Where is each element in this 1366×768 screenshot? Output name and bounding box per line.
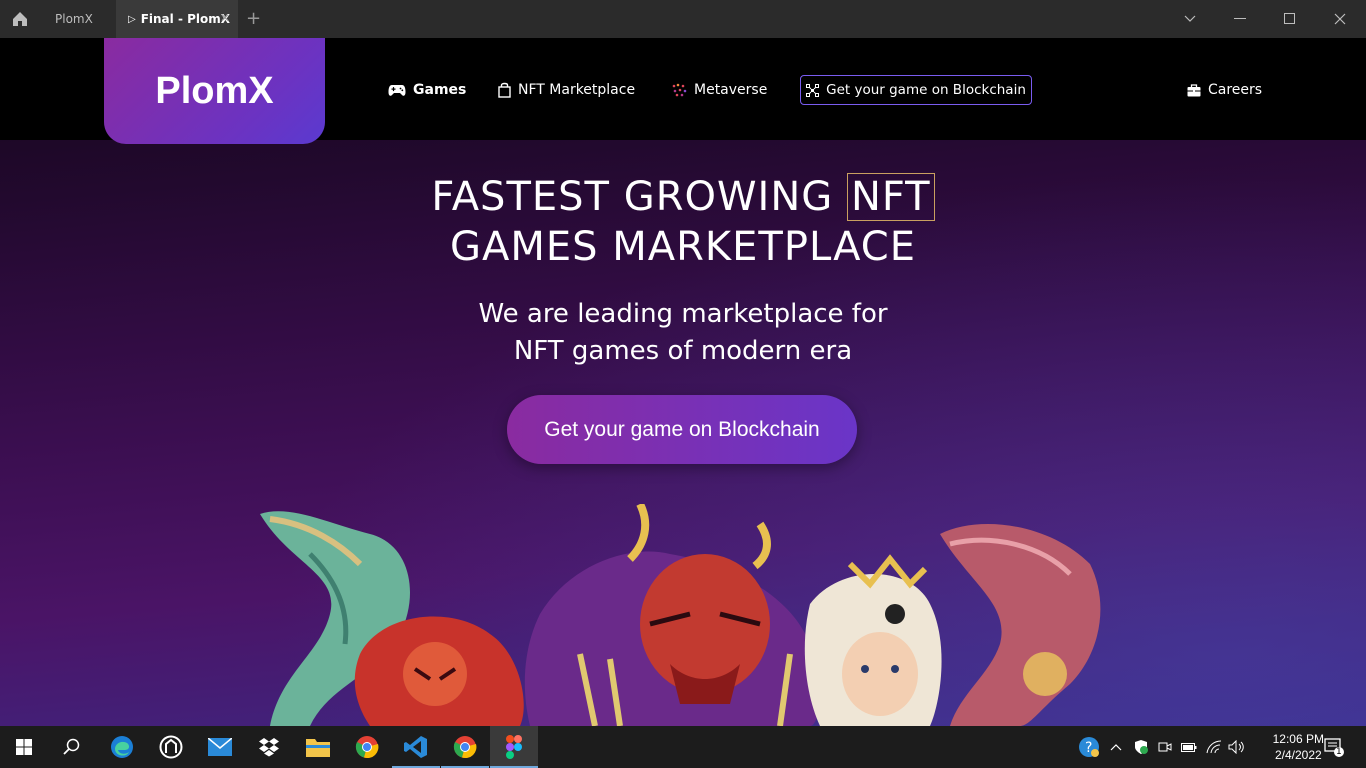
start-icon[interactable]	[0, 726, 48, 768]
home-icon[interactable]	[10, 9, 30, 29]
title-bar: PlomX ▷ Final - PlomX ✕ +	[0, 0, 1366, 38]
site-navbar: PlomX Games NFT Marketplace Metaverse Ge…	[0, 38, 1366, 144]
get-game-on-blockchain-button[interactable]: Get your game on Blockchain	[507, 395, 857, 464]
hero-title-highlight: NFT	[846, 173, 935, 221]
help-icon[interactable]: ?	[1078, 726, 1100, 768]
vscode-icon[interactable]	[392, 726, 440, 768]
hero-title-part1: FASTEST GROWING	[431, 174, 847, 220]
volume-icon[interactable]	[1228, 726, 1246, 768]
minimize-button[interactable]	[1215, 0, 1265, 38]
app-icon[interactable]	[147, 726, 195, 768]
clock-date: 2/4/2022	[1274, 748, 1322, 762]
nav-careers-label: Careers	[1208, 82, 1263, 98]
plomx-logo[interactable]: PlomX	[104, 38, 325, 144]
metaverse-icon	[672, 83, 687, 98]
chevron-down-icon[interactable]	[1165, 0, 1215, 38]
taskbar-clock[interactable]: 12:06 PM 2/4/2022	[1273, 731, 1324, 763]
nav-nft-marketplace[interactable]: NFT Marketplace	[498, 82, 635, 98]
briefcase-icon	[1187, 83, 1201, 97]
clock-time: 12:06 PM	[1272, 732, 1324, 746]
edge-icon[interactable]	[98, 726, 146, 768]
hero-subtitle: We are leading marketplace for NFT games…	[0, 296, 1366, 370]
tab-final-plomx[interactable]: ▷ Final - PlomX ✕	[116, 0, 238, 38]
play-icon: ▷	[128, 13, 136, 25]
tab-label: PlomX	[55, 12, 93, 26]
website-page: PlomX Games NFT Marketplace Metaverse Ge…	[0, 38, 1366, 726]
logo-text: PlomX	[155, 69, 274, 112]
battery-icon[interactable]	[1181, 726, 1197, 768]
nav-metaverse[interactable]: Metaverse	[672, 82, 767, 98]
security-icon[interactable]	[1133, 726, 1149, 768]
nav-nft-label: NFT Marketplace	[518, 82, 636, 98]
new-tab-button[interactable]: +	[246, 8, 261, 29]
hero-subtitle-line1: We are leading marketplace for	[478, 299, 888, 329]
hero-subtitle-line2: NFT games of modern era	[513, 336, 853, 366]
nav-metaverse-label: Metaverse	[694, 82, 768, 98]
mail-icon[interactable]	[196, 726, 244, 768]
notification-count: 1	[1336, 747, 1342, 757]
hero-title-line2: GAMES MARKETPLACE	[449, 224, 917, 270]
meet-icon[interactable]	[1158, 726, 1172, 768]
tab-label: Final - PlomX	[140, 12, 231, 26]
blockchain-icon	[806, 83, 820, 97]
chevron-up-icon[interactable]	[1110, 726, 1122, 768]
file-explorer-icon[interactable]	[294, 726, 342, 768]
chrome-icon[interactable]	[343, 726, 391, 768]
windows-taskbar: ? 12:06 PM 2/4/2022 1	[0, 726, 1366, 768]
nav-games-label: Games	[413, 82, 467, 98]
nav-careers[interactable]: Careers	[1187, 82, 1262, 98]
close-window-button[interactable]	[1315, 0, 1365, 38]
search-icon[interactable]	[48, 726, 96, 768]
maximize-button[interactable]	[1265, 0, 1315, 38]
notifications-icon[interactable]: 1	[1324, 726, 1344, 768]
hero-title: FASTEST GROWING NFT GAMES MARKETPLACE	[0, 172, 1366, 272]
shopping-bag-icon	[498, 82, 511, 98]
nav-games[interactable]: Games	[388, 82, 466, 98]
gamepad-icon	[388, 84, 406, 97]
figma-icon[interactable]	[490, 726, 538, 768]
tab-plomx[interactable]: PlomX	[44, 0, 125, 38]
nav-blockchain-button[interactable]: Get your game on Blockchain	[800, 75, 1032, 105]
wifi-icon[interactable]	[1206, 726, 1222, 768]
nav-blockchain-label: Get your game on Blockchain	[826, 82, 1026, 98]
game-characters-artwork	[260, 504, 1101, 726]
chrome-icon[interactable]	[441, 726, 489, 768]
dropbox-icon[interactable]	[245, 726, 293, 768]
close-tab-icon[interactable]: ✕	[220, 11, 230, 25]
